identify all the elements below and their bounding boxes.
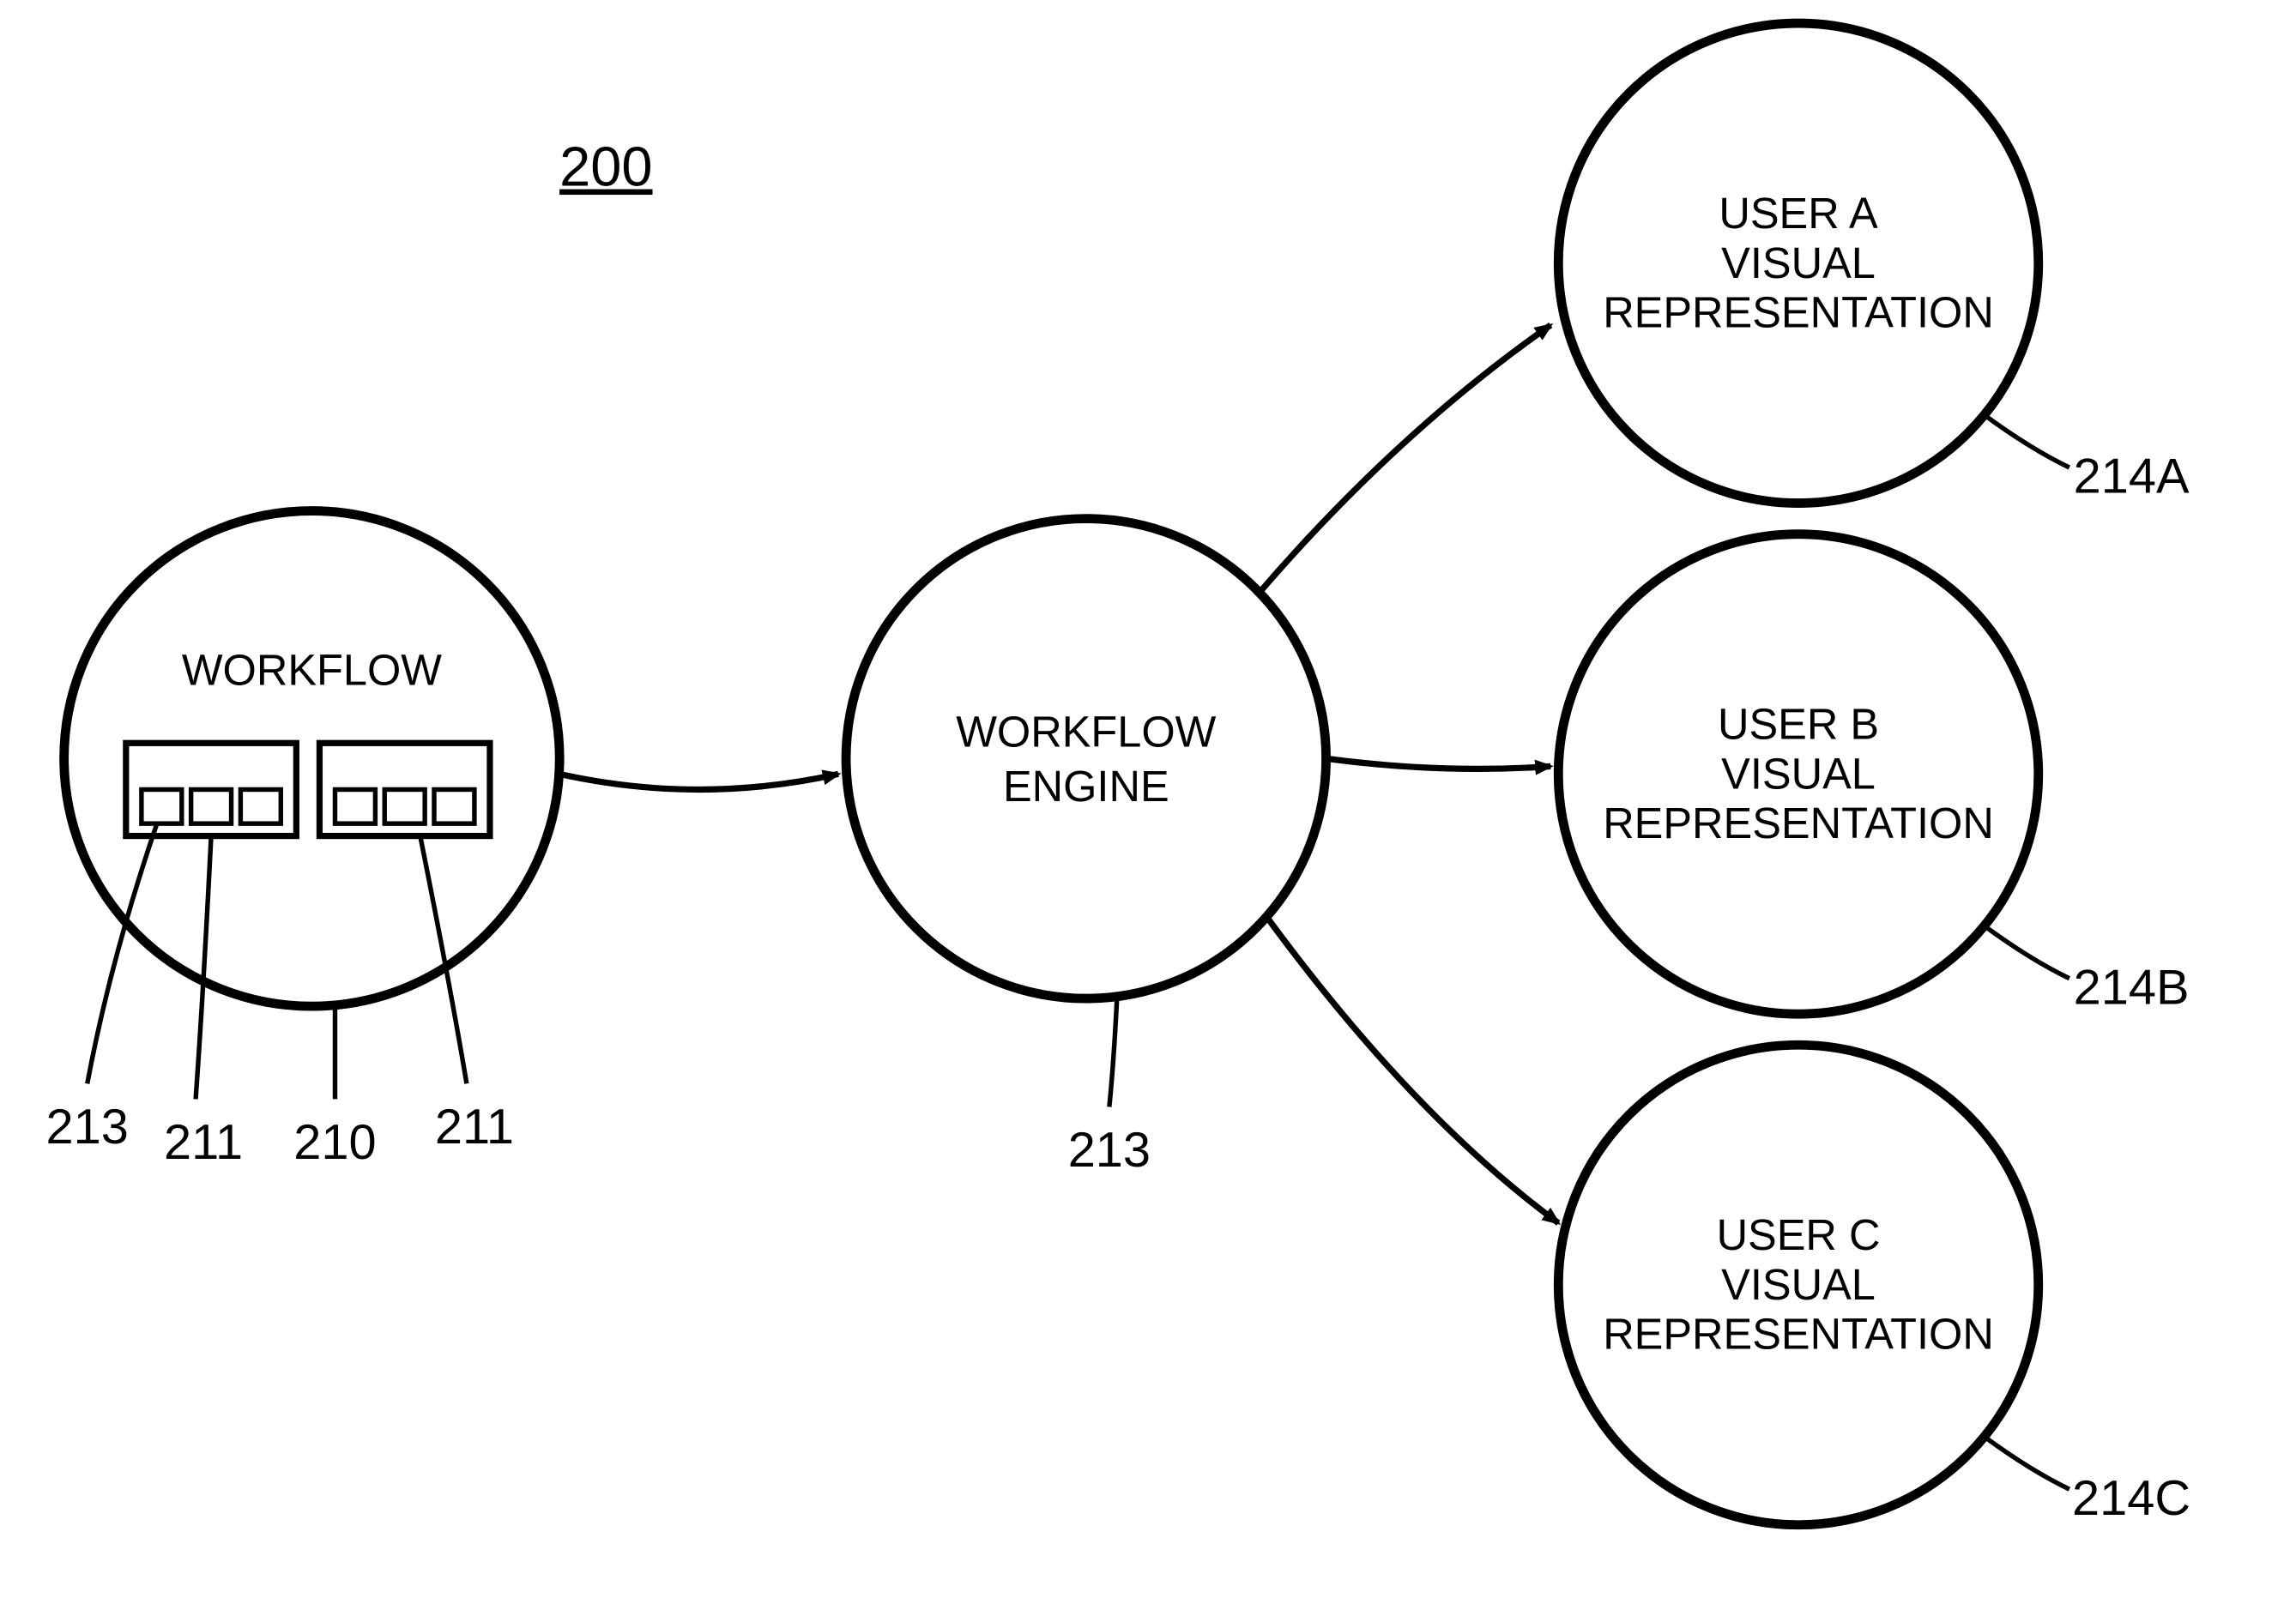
ref-cell-213: 213	[46, 1100, 129, 1155]
engine-label-1: WORKFLOW	[956, 708, 1216, 757]
ref-userA: 214A	[2074, 449, 2190, 504]
ref-box-right-211: 211	[435, 1100, 514, 1155]
node-userB: USER B VISUAL REPRESENTATION	[1558, 534, 2038, 1014]
arrow-engine-to-userB	[1326, 758, 1551, 769]
ref-engine-213: 213	[1068, 1123, 1151, 1178]
workflow-box-left	[126, 743, 297, 835]
userC-l2: VISUAL	[1721, 1260, 1876, 1309]
lead-userB	[1985, 926, 2069, 978]
ref-userC: 214C	[2072, 1471, 2190, 1526]
arrow-engine-to-userA	[1256, 325, 1550, 596]
lead-userC	[1985, 1437, 2069, 1489]
userC-l1: USER C	[1717, 1210, 1881, 1259]
arrow-engine-to-userC	[1264, 914, 1558, 1223]
arrow-workflow-to-engine	[559, 774, 838, 789]
lead-userA	[1985, 415, 2069, 467]
node-engine: WORKFLOW ENGINE	[846, 519, 1326, 998]
workflow-box-right	[319, 743, 490, 835]
userC-l3: REPRESENTATION	[1603, 1310, 1994, 1359]
ref-userB: 214B	[2074, 960, 2190, 1015]
figure-number: 200	[559, 136, 652, 198]
userB-l3: REPRESENTATION	[1603, 799, 1994, 847]
userB-l1: USER B	[1718, 700, 1879, 749]
node-userA: USER A VISUAL REPRESENTATION	[1558, 23, 2038, 503]
userA-l1: USER A	[1719, 189, 1878, 238]
ref-box-left-211: 211	[164, 1115, 243, 1170]
node-workflow: WORKFLOW	[64, 511, 560, 1007]
userA-l3: REPRESENTATION	[1603, 288, 1994, 337]
node-userC: USER C VISUAL REPRESENTATION	[1558, 1045, 2038, 1524]
userA-l2: VISUAL	[1721, 238, 1876, 287]
engine-label-2: ENGINE	[1003, 762, 1169, 811]
workflow-label: WORKFLOW	[182, 645, 442, 694]
userB-l2: VISUAL	[1721, 749, 1876, 798]
lead-engine-213	[1109, 997, 1117, 1106]
ref-workflow-210: 210	[293, 1115, 376, 1170]
